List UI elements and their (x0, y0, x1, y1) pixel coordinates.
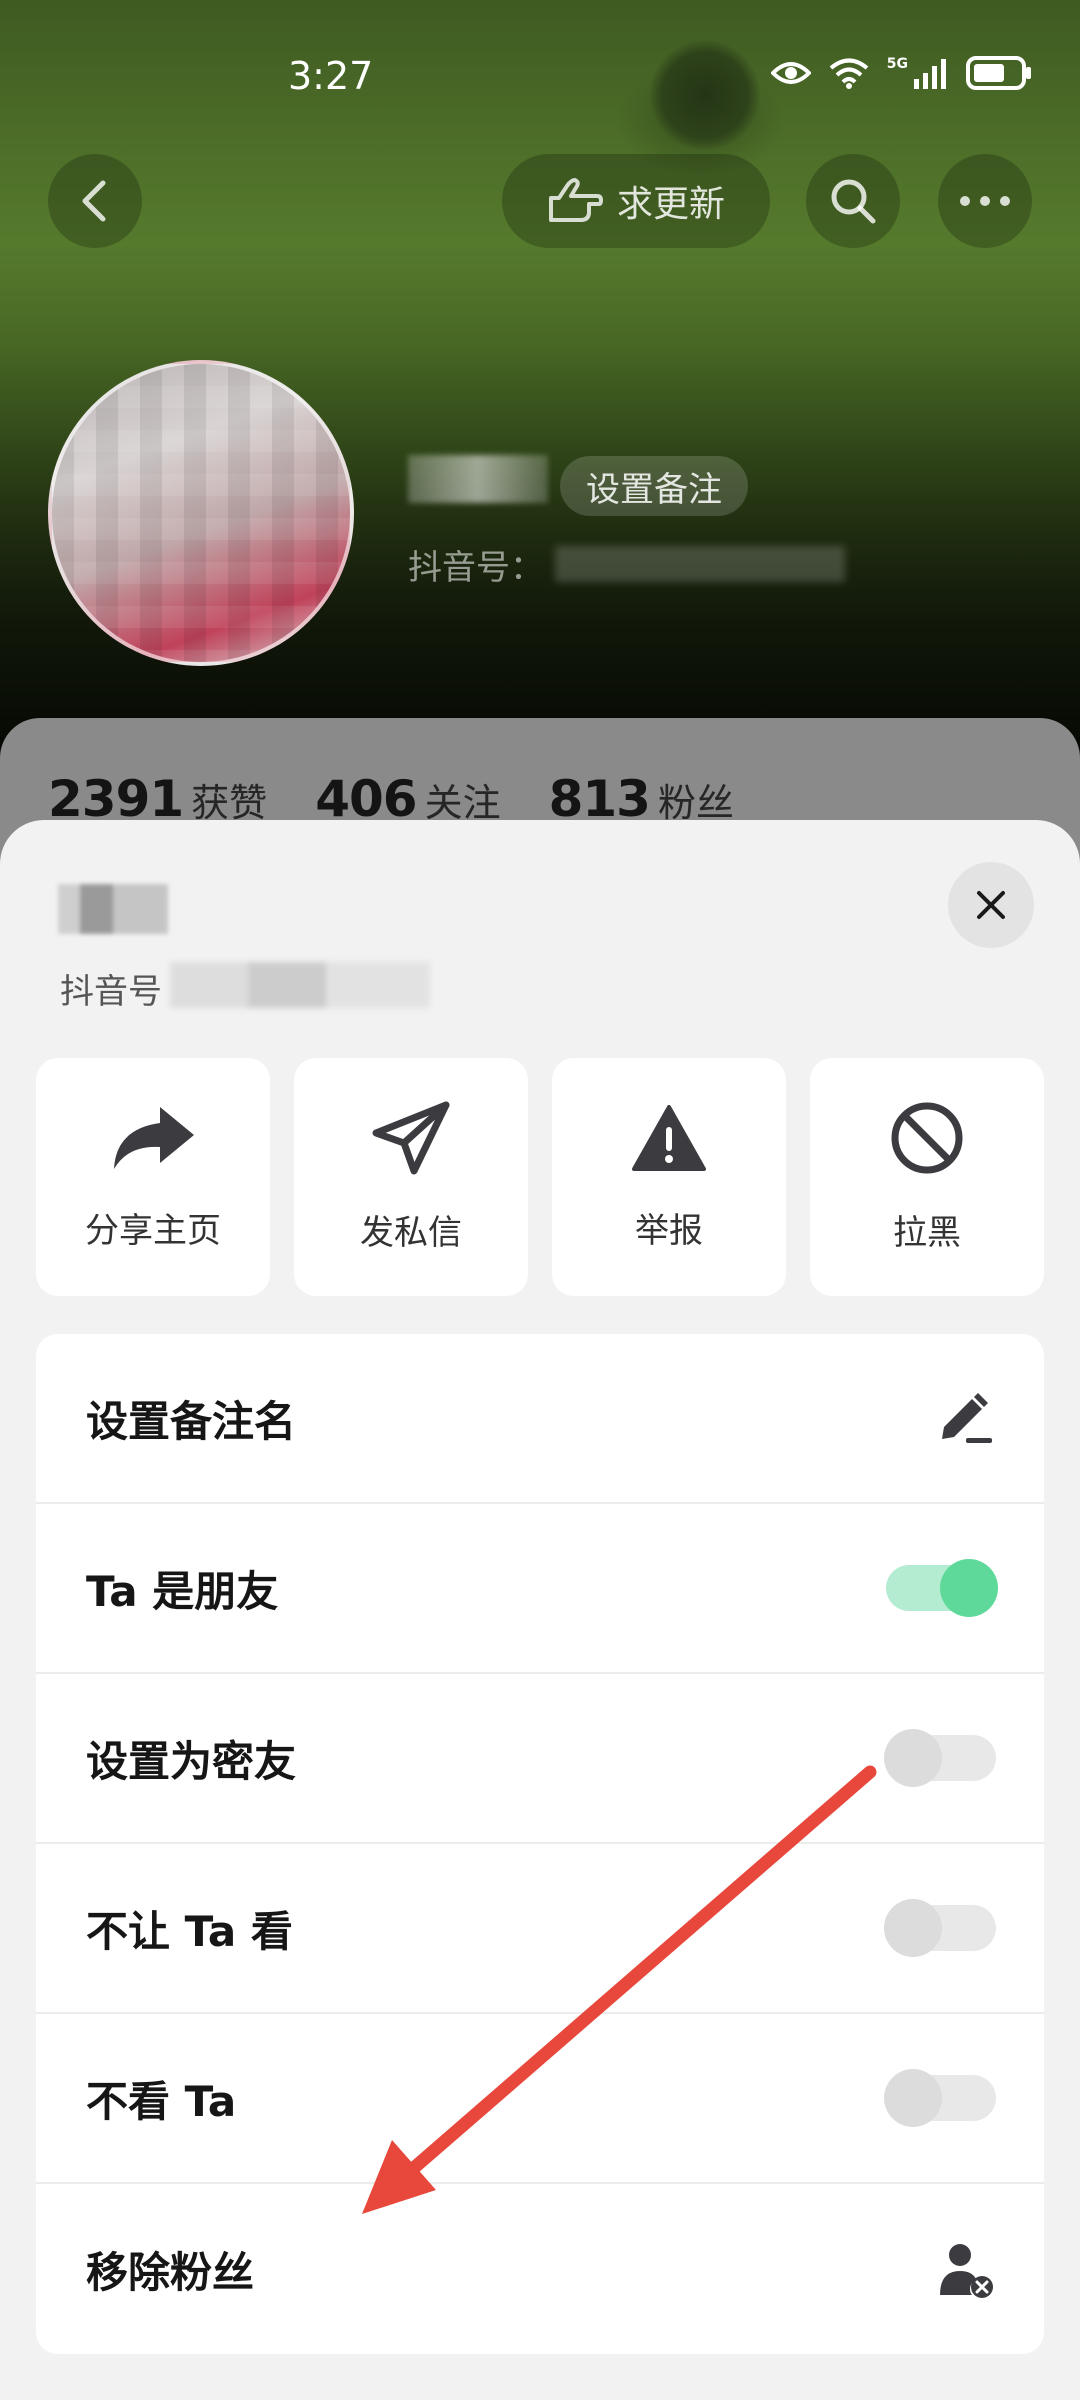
is-friend-label: Ta 是朋友 (86, 1566, 279, 1616)
profile-id-redacted (555, 546, 845, 582)
report-label: 举报 (635, 1210, 703, 1251)
eye-icon (770, 62, 811, 84)
more-dots-icon (960, 196, 1010, 206)
report-button[interactable]: 举报 (552, 1058, 786, 1296)
hide-from-row: 不让 Ta 看 (36, 1844, 1044, 2014)
sheet-id-redacted (170, 962, 430, 1008)
close-friend-row: 设置为密友 (36, 1674, 1044, 1844)
signal-icon (914, 59, 946, 89)
search-button[interactable] (806, 154, 900, 248)
request-update-label: 求更新 (616, 184, 725, 225)
following-label: 关注 (424, 781, 501, 825)
close-icon (977, 891, 1005, 919)
send-message-label: 发私信 (360, 1212, 462, 1253)
hide-from-label: 不让 Ta 看 (86, 1906, 293, 1956)
set-remark-name-label: 设置备注名 (86, 1396, 297, 1446)
remove-follower-label: 移除粉丝 (86, 2247, 255, 2297)
remove-follower-row[interactable]: 移除粉丝 (36, 2184, 1044, 2354)
send-icon (372, 1101, 450, 1174)
pencil-icon (942, 1393, 992, 1443)
set-remark-name-row[interactable]: 设置备注名 (36, 1334, 1044, 1504)
close-sheet-button[interactable] (948, 862, 1034, 948)
likes-label: 获赞 (191, 781, 268, 825)
share-profile-label: 分享主页 (85, 1210, 221, 1251)
is-friend-row: Ta 是朋友 (36, 1504, 1044, 1674)
followers-label: 粉丝 (657, 781, 734, 825)
mute-label: 不看 Ta (86, 2076, 237, 2126)
profile-id-label: 抖音号： (408, 548, 544, 588)
more-button[interactable] (938, 154, 1032, 248)
request-update-button[interactable]: 求更新 (502, 154, 770, 248)
share-icon (114, 1106, 194, 1169)
status-time: 3:27 (288, 54, 374, 98)
share-profile-button[interactable]: 分享主页 (36, 1058, 270, 1296)
warning-icon (632, 1104, 706, 1171)
action-grid: 分享主页 发私信 举报 拉黑 (36, 1058, 1044, 1296)
profile-avatar[interactable] (48, 360, 354, 666)
pointing-hand-icon (548, 178, 603, 222)
set-remark-tag[interactable]: 设置备注 (560, 456, 748, 516)
settings-list: 设置备注名 Ta 是朋友 设置为密友 不让 Ta 看 不看 Ta 移除粉丝 (36, 1334, 1044, 2354)
back-button[interactable] (48, 154, 142, 248)
sheet-name-redacted (58, 884, 168, 934)
block-label: 拉黑 (893, 1212, 961, 1253)
sheet-id-label: 抖音号 (60, 972, 162, 1012)
close-friend-toggle[interactable] (884, 1729, 996, 1787)
send-message-button[interactable]: 发私信 (294, 1058, 528, 1296)
block-icon (891, 1102, 963, 1173)
mute-row: 不看 Ta (36, 2014, 1044, 2184)
network-type-label: 5G (886, 56, 908, 72)
status-bar: 3:27 5G (0, 0, 1080, 120)
close-friend-label: 设置为密友 (86, 1736, 297, 1786)
wifi-icon (829, 58, 869, 89)
mute-toggle[interactable] (884, 2069, 996, 2127)
profile-name-redacted (408, 455, 548, 503)
chevron-left-icon (82, 180, 106, 222)
block-button[interactable]: 拉黑 (810, 1058, 1044, 1296)
search-icon (831, 179, 876, 224)
remove-user-icon (940, 2244, 993, 2298)
is-friend-toggle[interactable] (886, 1559, 998, 1617)
battery-icon (966, 56, 1031, 90)
hide-from-toggle[interactable] (884, 1899, 996, 1957)
